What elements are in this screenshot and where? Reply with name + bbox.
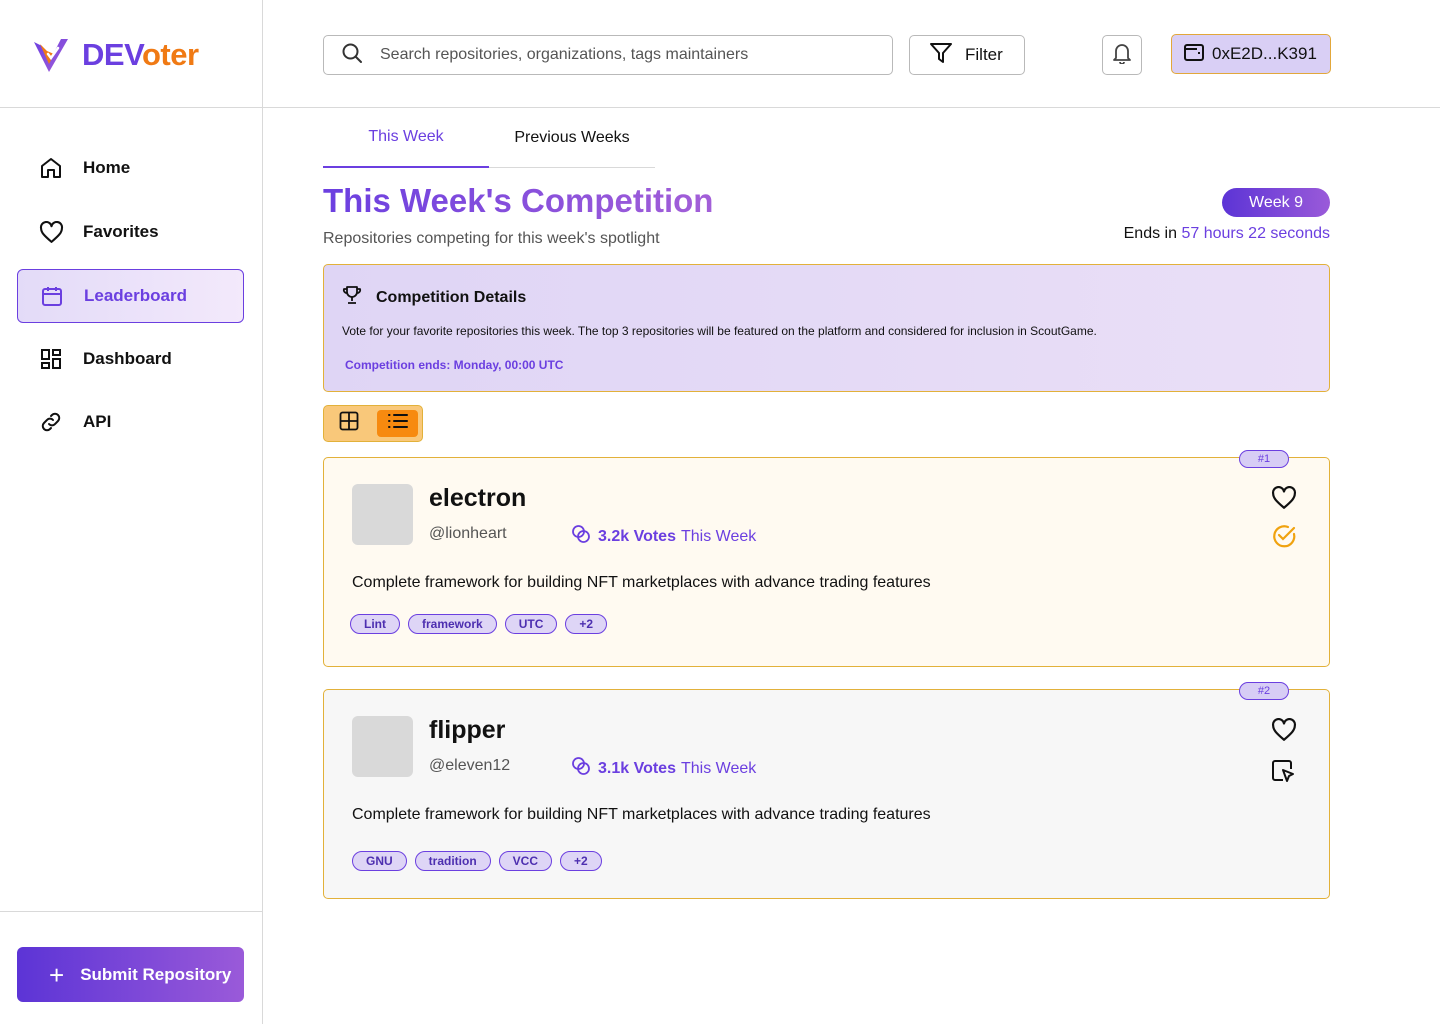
sidebar-item-label: Dashboard — [83, 349, 172, 368]
vote-count: 3.2k Votes This Week — [571, 524, 756, 549]
search-bar[interactable] — [323, 35, 893, 75]
week-badge: Week 9 — [1222, 188, 1330, 217]
sidebar-item-label: Home — [83, 158, 131, 177]
trophy-icon — [342, 285, 362, 310]
sidebar-item-dashboard[interactable]: Dashboard — [17, 332, 244, 386]
rank-badge: #1 — [1239, 450, 1289, 468]
sidebar-item-leaderboard[interactable]: Leaderboard — [17, 269, 244, 323]
sidebar-item-api[interactable]: API — [17, 395, 244, 449]
competition-details-panel: Competition Details Vote for your favori… — [323, 264, 1330, 392]
submit-repository-label: Submit Repository — [80, 964, 232, 984]
countdown: Ends in 57 hours 22 seconds — [1124, 225, 1330, 243]
repo-description: Complete framework for building NFT mark… — [352, 574, 931, 591]
tab-this-week[interactable]: This Week — [323, 108, 489, 168]
favorite-button[interactable] — [1271, 717, 1297, 744]
list-icon — [387, 413, 409, 434]
competition-end-time: Competition ends: Monday, 00:00 UTC — [345, 358, 564, 372]
competition-details-title: Competition Details — [376, 288, 527, 306]
wallet-icon — [1183, 41, 1205, 68]
search-input[interactable] — [380, 46, 860, 64]
page-title: This Week's Competition — [323, 182, 714, 219]
countdown-value: 57 hours 22 seconds — [1181, 225, 1330, 242]
repo-description: Complete framework for building NFT mark… — [352, 806, 931, 823]
tag[interactable]: UTC — [504, 614, 558, 634]
tag[interactable]: VCC — [498, 851, 553, 871]
rank-badge: #2 — [1239, 682, 1289, 700]
divider — [0, 107, 263, 108]
page-subtitle: Repositories competing for this week's s… — [323, 230, 660, 247]
dashboard-icon — [38, 346, 64, 372]
favorite-button[interactable] — [1271, 485, 1297, 512]
sidebar-item-favorites[interactable]: Favorites — [17, 205, 244, 259]
link-icon — [38, 409, 64, 435]
repo-owner[interactable]: @lionheart — [429, 525, 507, 543]
grid-icon — [339, 411, 359, 436]
check-circle-icon — [1273, 525, 1296, 548]
vote-count-value: 3.2k Votes — [598, 527, 676, 545]
heart-icon — [1272, 717, 1296, 741]
tag[interactable]: tradition — [414, 851, 491, 871]
vote-count-suffix: This Week — [680, 759, 757, 777]
repo-avatar — [352, 484, 413, 545]
repo-name[interactable]: electron — [429, 484, 526, 513]
grid-view-button[interactable] — [328, 410, 369, 437]
sidebar: DEVoter Home Favorites Leaderboard Dashb… — [0, 0, 263, 1024]
repo-owner[interactable]: @eleven12 — [429, 757, 510, 775]
logo[interactable]: DEVoter — [30, 34, 199, 76]
vote-count: 3.1k Votes This Week — [571, 756, 756, 781]
home-icon — [38, 155, 64, 181]
view-toggle — [323, 405, 423, 442]
heart-icon — [1272, 485, 1296, 509]
divider — [0, 911, 263, 912]
filter-label: Filter — [965, 45, 1003, 64]
bell-icon — [1112, 42, 1132, 69]
sidebar-item-home[interactable]: Home — [17, 141, 244, 195]
vote-count-suffix: This Week — [680, 527, 757, 545]
sidebar-item-label: API — [83, 412, 112, 431]
submit-repository-button[interactable]: + Submit Repository — [17, 947, 244, 1002]
list-view-button[interactable] — [377, 410, 418, 437]
tab-bar: This Week Previous Weeks — [323, 108, 655, 168]
voted-indicator[interactable] — [1271, 523, 1297, 549]
tag[interactable]: framework — [408, 614, 497, 634]
devoter-logo-icon — [34, 39, 68, 72]
coins-icon — [571, 756, 591, 781]
countdown-prefix: Ends in — [1123, 225, 1177, 242]
calendar-icon — [39, 283, 65, 309]
plus-icon: + — [49, 959, 65, 990]
vote-count-value: 3.1k Votes — [598, 759, 676, 777]
tag-list: GNU tradition VCC +2 — [352, 851, 610, 871]
tab-previous-weeks[interactable]: Previous Weeks — [489, 108, 655, 168]
repository-card[interactable]: #1 electron @lionheart 3.2k Votes This W… — [323, 450, 1330, 667]
vote-cursor-icon — [1272, 760, 1294, 782]
tag-list: Lint framework UTC +2 — [350, 614, 615, 634]
vote-button[interactable] — [1271, 759, 1297, 785]
sidebar-item-label: Favorites — [83, 222, 159, 241]
repo-avatar — [352, 716, 413, 777]
heart-icon — [38, 219, 64, 245]
coins-icon — [571, 524, 591, 549]
repository-card[interactable]: #2 flipper @eleven12 3.1k Votes This Wee… — [323, 682, 1330, 899]
wallet-button[interactable]: 0xE2D...K391 — [1171, 34, 1331, 74]
brand-name: DEVoter — [82, 37, 199, 72]
repo-name[interactable]: flipper — [429, 716, 505, 745]
search-icon — [341, 42, 363, 69]
sidebar-item-label: Leaderboard — [84, 286, 187, 305]
tag[interactable]: GNU — [352, 851, 407, 871]
tag[interactable]: Lint — [350, 614, 400, 634]
notifications-button[interactable] — [1102, 35, 1142, 75]
competition-details-text: Vote for your favorite repositories this… — [342, 324, 1097, 338]
tag-more[interactable]: +2 — [560, 851, 602, 871]
filter-button[interactable]: Filter — [909, 35, 1025, 75]
wallet-address: 0xE2D...K391 — [1212, 44, 1317, 63]
tag-more[interactable]: +2 — [565, 614, 608, 634]
filter-icon — [929, 42, 953, 69]
